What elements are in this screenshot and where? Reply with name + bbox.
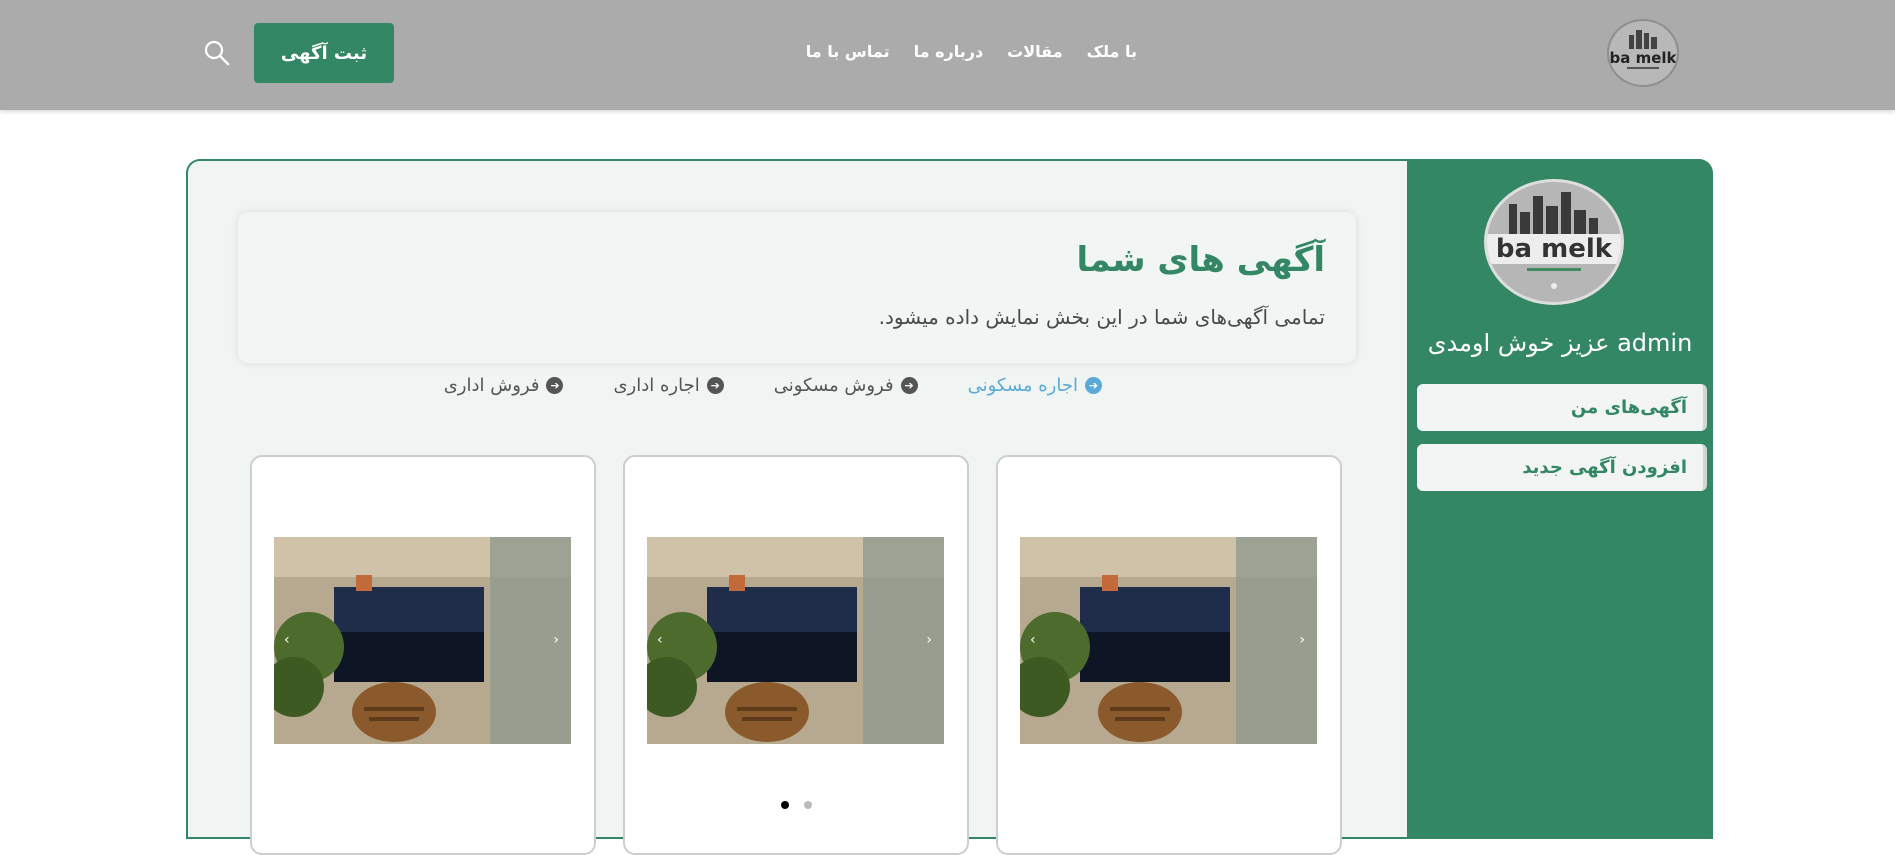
- nav-link-bamelk[interactable]: با ملک: [1087, 42, 1137, 61]
- carousel-next-icon[interactable]: ›: [1299, 633, 1305, 647]
- carousel-prev-icon[interactable]: ‹: [657, 633, 663, 647]
- search-icon[interactable]: [203, 39, 231, 67]
- add-new-ad-button[interactable]: افزودن آگهی جدید: [1417, 444, 1707, 491]
- site-header: ba melk با ملک مقالات درباره ما تماس با …: [0, 0, 1895, 110]
- ad-card[interactable]: ‹ ›: [996, 455, 1342, 855]
- filter-sale-residential[interactable]: ➔ فروش مسکونی: [774, 375, 918, 396]
- ad-photo: ‹ ›: [1020, 537, 1317, 744]
- filter-rent-residential[interactable]: ➔ اجاره مسکونی: [968, 375, 1102, 396]
- nav-link-about[interactable]: درباره ما: [914, 42, 984, 61]
- filter-label: اجاره اداری: [613, 375, 700, 396]
- sidebar-logo: ba melk: [1484, 179, 1624, 305]
- nav-link-contact[interactable]: تماس با ما: [806, 42, 890, 61]
- arrow-circle-icon: ➔: [546, 377, 564, 394]
- carousel-prev-icon[interactable]: ‹: [1030, 633, 1036, 647]
- filter-label: فروش مسکونی: [773, 375, 894, 396]
- nav-link-articles[interactable]: مقالات: [1007, 42, 1062, 61]
- site-logo-text: ba melk: [1609, 49, 1677, 67]
- intro-box: آگهی های شما تمامی آگهی‌های شما در این ب…: [238, 212, 1356, 363]
- arrow-circle-icon: ➔: [1085, 377, 1102, 394]
- ad-card[interactable]: ‹ ›: [250, 455, 596, 855]
- site-logo[interactable]: ba melk: [1607, 19, 1679, 87]
- filter-sale-office[interactable]: ➔ فروش اداری: [444, 375, 564, 396]
- filter-tabs: ➔ اجاره مسکونی ➔ فروش مسکونی ➔ اجاره ادا…: [444, 375, 1102, 396]
- filter-rent-office[interactable]: ➔ اجاره اداری: [613, 375, 724, 396]
- filter-label: فروش اداری: [443, 375, 540, 396]
- carousel-dot[interactable]: [804, 801, 812, 809]
- ad-photo: ‹ ›: [647, 537, 944, 744]
- main-nav: با ملک مقالات درباره ما تماس با ما: [806, 42, 1137, 61]
- carousel-next-icon[interactable]: ›: [926, 633, 932, 647]
- user-sidebar: ba melk admin عزیز خوش اومدی آگهی‌های من…: [1407, 159, 1713, 839]
- carousel-prev-icon[interactable]: ‹: [284, 633, 290, 647]
- filter-label: اجاره مسکونی: [967, 375, 1078, 396]
- ad-card[interactable]: ‹ ›: [623, 455, 969, 855]
- carousel-indicators: [781, 801, 812, 809]
- page-title: آگهی های شما: [1076, 240, 1325, 280]
- my-ads-button[interactable]: آگهی‌های من: [1417, 384, 1707, 431]
- sidebar-logo-text: ba melk: [1496, 234, 1613, 264]
- welcome-text: admin عزیز خوش اومدی: [1427, 329, 1693, 357]
- post-ad-button[interactable]: ثبت آگهی: [254, 23, 394, 83]
- arrow-circle-icon: ➔: [900, 377, 918, 394]
- carousel-next-icon[interactable]: ›: [553, 633, 559, 647]
- ad-photo: ‹ ›: [274, 537, 571, 744]
- arrow-circle-icon: ➔: [706, 377, 724, 394]
- carousel-dot-active[interactable]: [781, 801, 789, 809]
- page-subtitle: تمامی آگهی‌های شما در این بخش نمایش داده…: [878, 305, 1325, 329]
